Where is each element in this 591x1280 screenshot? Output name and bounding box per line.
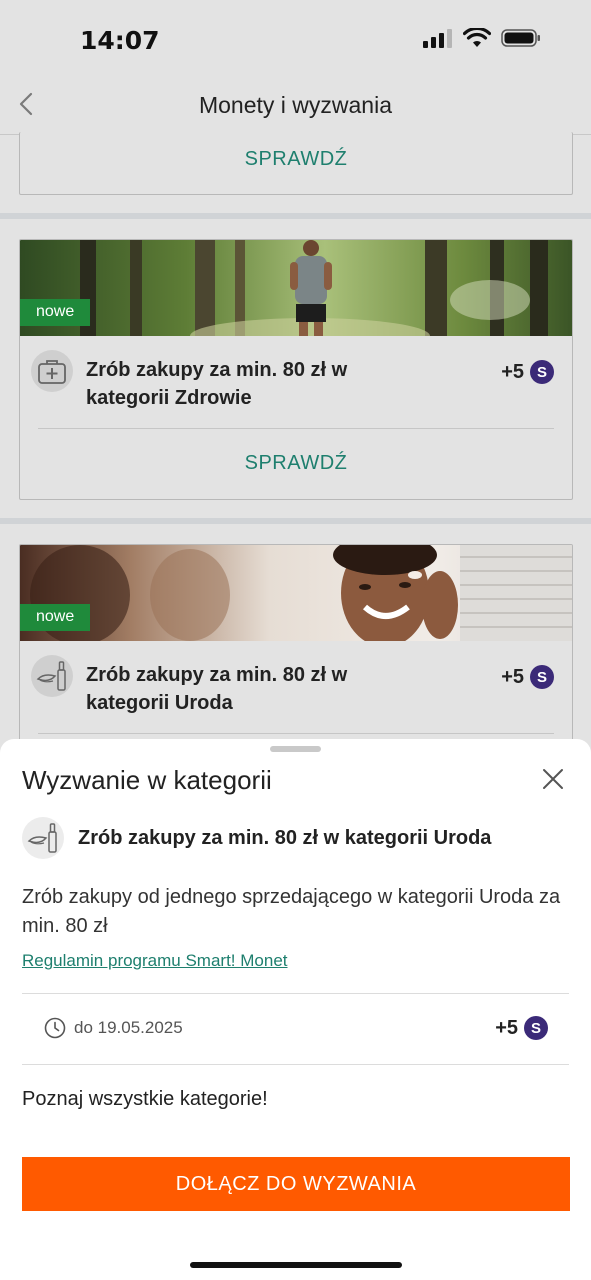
challenge-card-health: nowe Zrób zakupy za min. 80 zł w kategor… <box>19 239 573 500</box>
status-bar: 14:07 <box>0 0 591 80</box>
woman-skincare-image <box>20 545 572 641</box>
home-indicator <box>190 1262 402 1268</box>
card-title: Zrób zakupy za min. 80 zł w kategorii Ur… <box>86 664 348 714</box>
beauty-banner-image: nowe <box>20 545 572 641</box>
reward-points: +5 S <box>501 665 554 689</box>
card-divider <box>38 733 554 734</box>
check-button[interactable]: SPRAWDŹ <box>20 452 572 475</box>
reward-value: +5 <box>501 360 524 383</box>
card-body: Zrób zakupy za min. 80 zł w kategorii Zd… <box>20 336 572 428</box>
beauty-cosmetics-icon <box>31 655 73 697</box>
smart-coin-icon: S <box>524 1016 548 1040</box>
challenge-bottom-sheet: Wyzwanie w kategorii Zrób zakupy za min.… <box>0 739 591 1280</box>
terms-link[interactable]: Regulamin programu Smart! Monet <box>22 951 288 971</box>
section-separator <box>0 213 591 219</box>
card-divider <box>38 428 554 429</box>
challenge-card-beauty: nowe Zrób zakupy za min. 80 zł w kategor… <box>19 544 573 754</box>
reward-points: +5 S <box>501 360 554 384</box>
wifi-icon <box>463 28 491 47</box>
sheet-title: Wyzwanie w kategorii <box>22 765 272 795</box>
smart-coin-icon: S <box>530 360 554 384</box>
challenge-title: Zrób zakupy za min. 80 zł w kategorii Ur… <box>78 826 492 849</box>
close-icon[interactable] <box>541 767 565 791</box>
sheet-drag-handle[interactable] <box>270 746 321 752</box>
join-challenge-button[interactable]: DOŁĄCZ DO WYZWANIA <box>22 1157 570 1211</box>
status-icons <box>423 28 541 48</box>
check-button[interactable]: SPRAWDŹ <box>20 148 572 171</box>
explore-categories-text: Poznaj wszystkie kategorie! <box>22 1088 268 1110</box>
signal-icon <box>423 29 452 48</box>
clock-icon <box>44 1017 66 1039</box>
first-aid-kit-icon <box>31 350 73 392</box>
deadline-text: do 19.05.2025 <box>74 1018 183 1037</box>
smart-coin-icon: S <box>530 665 554 689</box>
forest-runner-image <box>20 240 572 336</box>
new-badge: nowe <box>20 299 91 326</box>
reward-value: +5 <box>495 1016 518 1039</box>
challenge-card-previous: SPRAWDŹ <box>19 132 573 195</box>
challenge-description: Zrób zakupy od jednego sprzedającego w k… <box>22 886 561 937</box>
divider <box>22 1064 569 1065</box>
card-body: Zrób zakupy za min. 80 zł w kategorii Ur… <box>20 641 572 733</box>
divider <box>22 993 569 994</box>
reward-value: +5 <box>501 665 524 688</box>
section-separator <box>0 518 591 524</box>
deadline: do 19.05.2025 <box>44 1017 183 1039</box>
challenge-row: Zrób zakupy za min. 80 zł w kategorii Ur… <box>22 817 491 859</box>
nav-bar: Monety i wyzwania <box>0 80 591 135</box>
reward-points: +5 S <box>495 1016 548 1040</box>
card-title: Zrób zakupy za min. 80 zł w kategorii Zd… <box>86 359 348 409</box>
new-badge: nowe <box>20 604 91 631</box>
health-banner-image: nowe <box>20 240 572 336</box>
status-time: 14:07 <box>80 26 160 55</box>
page-title: Monety i wyzwania <box>198 92 393 118</box>
battery-icon <box>501 29 540 47</box>
beauty-cosmetics-icon <box>22 817 64 859</box>
